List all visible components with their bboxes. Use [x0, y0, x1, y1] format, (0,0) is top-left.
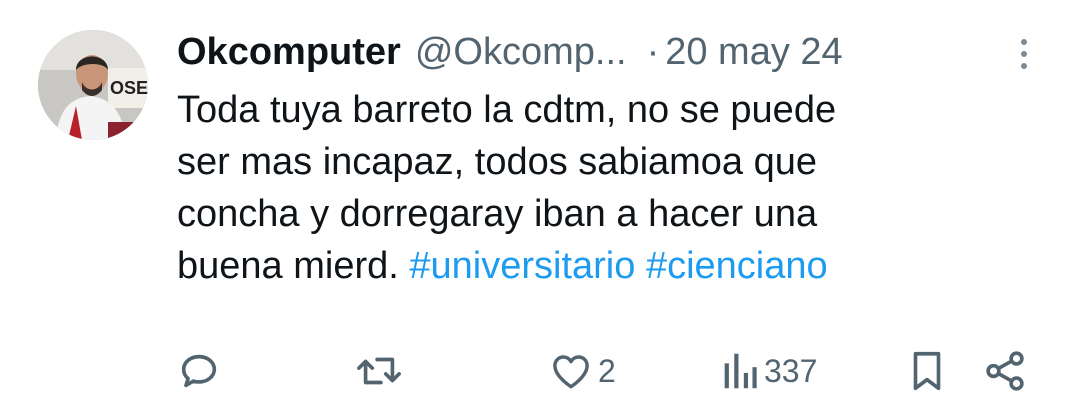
bookmark-icon [913, 351, 941, 391]
more-vertical-icon [1021, 39, 1027, 69]
avatar-sign-text: OSE [110, 78, 148, 98]
tweet-text-line-prefix: buena mierd. [177, 245, 399, 287]
share-icon [986, 351, 1024, 391]
like-button[interactable]: 2 [548, 346, 616, 396]
user-handle[interactable]: @Okcomp... [415, 31, 627, 74]
tweet-text-line: Toda tuya barreto la cdtm, no se puede [177, 89, 837, 131]
reply-button[interactable] [176, 346, 222, 396]
avatar[interactable]: OSE [38, 30, 148, 140]
tweet-actions-bar: 2 337 [0, 346, 1079, 396]
tweet-header: Okcomputer @Okcomp... · 20 may 24 [177, 24, 843, 80]
tweet-text: Toda tuya barreto la cdtm, no se puede s… [177, 84, 1037, 292]
separator-dot: · [646, 30, 660, 73]
tweet-text-line: concha y dorregaray iban a hacer una [177, 193, 818, 235]
reply-icon [181, 354, 217, 388]
heart-icon [553, 355, 589, 389]
tweet-text-line: ser mas incapaz, todos sabiamoa que [177, 141, 818, 183]
retweet-button[interactable] [354, 346, 404, 396]
like-count: 2 [598, 352, 616, 389]
tweet-text-line: buena mierd. #universitario #cienciano [177, 240, 1037, 292]
bookmark-button[interactable] [906, 346, 948, 396]
hashtag-link[interactable]: #universitario [409, 245, 635, 287]
tweet-date[interactable]: 20 may 24 [665, 31, 842, 74]
hashtag-link[interactable]: #cienciano [646, 245, 828, 287]
retweet-icon [357, 357, 401, 385]
share-button[interactable] [982, 346, 1028, 396]
avatar-photo: OSE [38, 30, 148, 140]
views-count: 337 [764, 352, 818, 389]
views-bar-chart-icon [724, 353, 757, 389]
display-name[interactable]: Okcomputer [177, 31, 401, 74]
more-options-button[interactable] [1012, 34, 1036, 74]
views-button[interactable]: 337 [720, 346, 817, 396]
